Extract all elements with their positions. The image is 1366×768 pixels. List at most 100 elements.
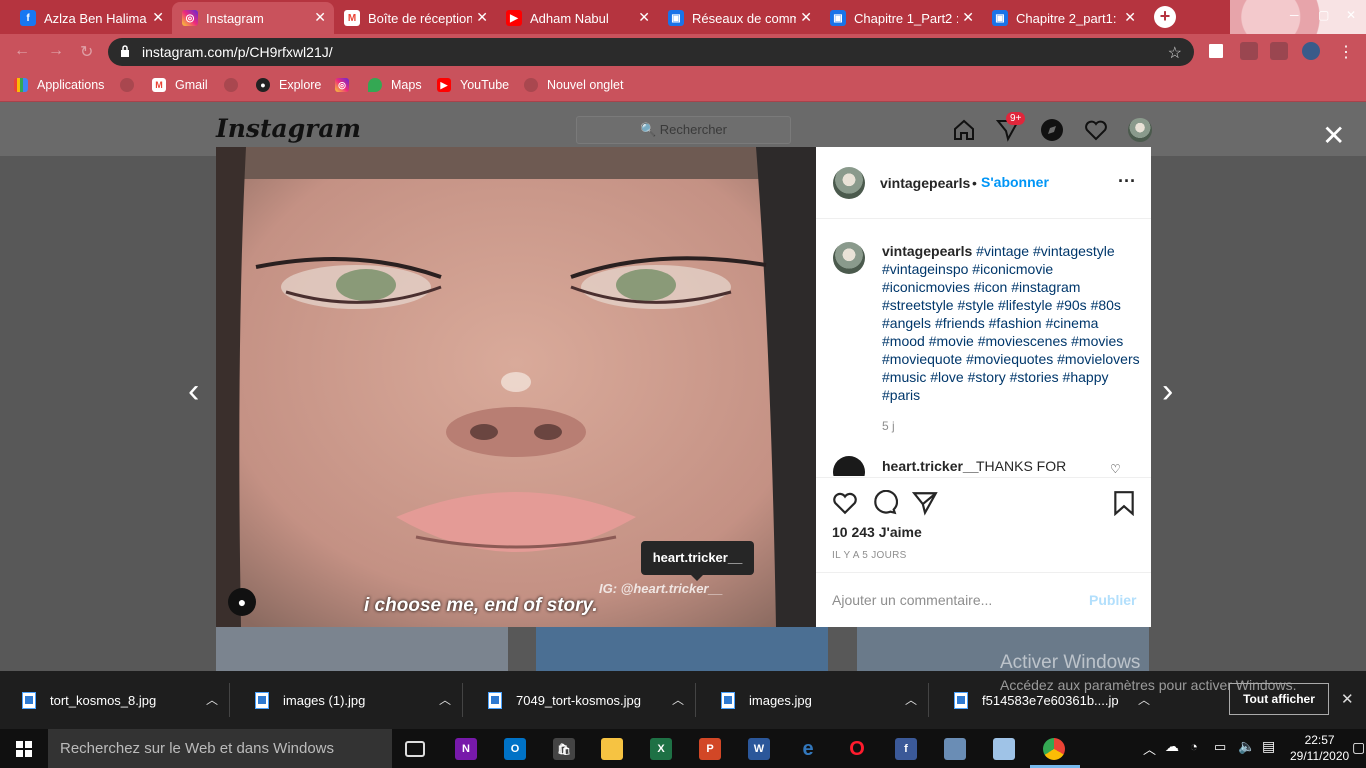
follow-button[interactable]: S'abonner <box>981 174 1049 190</box>
hashtag-link[interactable]: #moviescenes <box>978 333 1068 349</box>
windows-start-icon[interactable] <box>16 741 32 757</box>
more-options-icon[interactable]: ··· <box>1118 171 1136 192</box>
download-item[interactable]: images (1).jpg ︿ <box>255 671 463 729</box>
hashtag-link[interactable]: #90s <box>1056 297 1086 313</box>
hashtag-link[interactable]: #vintageinspo <box>882 261 968 277</box>
close-modal-icon[interactable]: ✕ <box>1322 122 1345 150</box>
extension-icon[interactable] <box>1207 42 1225 60</box>
excel-icon[interactable]: X <box>650 738 672 760</box>
tab-classroom-3[interactable]: ▣ Chapitre 2_part1: C ✕ <box>982 2 1144 34</box>
chevron-up-icon[interactable]: ︿ <box>1143 739 1156 758</box>
download-item[interactable]: images.jpg ︿ <box>721 671 929 729</box>
close-tab-icon[interactable]: ✕ <box>962 9 974 26</box>
bookmark-youtube[interactable]: ▶ YouTube <box>437 78 509 92</box>
caption-avatar[interactable] <box>833 242 865 274</box>
close-tab-icon[interactable]: ✕ <box>152 9 164 26</box>
battery-icon[interactable]: ▭ <box>1214 739 1226 755</box>
new-tab-button[interactable]: + <box>1154 6 1176 28</box>
likes-count[interactable]: 10 243 J'aime <box>832 524 922 540</box>
hashtag-link[interactable]: #movielovers <box>1057 351 1139 367</box>
close-tab-icon[interactable]: ✕ <box>476 9 488 26</box>
hashtag-link[interactable]: #stories <box>1010 369 1059 385</box>
comment-avatar[interactable] <box>833 456 865 476</box>
hashtag-link[interactable]: #vintage <box>976 243 1029 259</box>
bookmark-instagram[interactable]: ◎ <box>335 78 358 92</box>
hashtag-link[interactable]: #fashion <box>989 315 1042 331</box>
onenote-icon[interactable]: N <box>455 738 477 760</box>
forward-icon[interactable]: → <box>48 42 64 60</box>
previous-post-arrow-icon[interactable]: ‹ <box>188 372 199 411</box>
word-icon[interactable]: W <box>748 738 770 760</box>
hashtag-link[interactable]: #80s <box>1091 297 1121 313</box>
share-plane-icon[interactable] <box>912 490 938 516</box>
activity-heart-icon[interactable] <box>1084 118 1108 142</box>
hashtag-link[interactable]: #music <box>882 369 926 385</box>
grid-thumbnail[interactable] <box>536 627 828 671</box>
wifi-icon[interactable]: ◔ <box>1190 739 1198 754</box>
explore-compass-icon[interactable] <box>1040 118 1064 142</box>
bookmark-blank[interactable] <box>224 78 247 92</box>
bookmark-applications[interactable]: Applications <box>14 78 104 92</box>
minimize-icon[interactable]: ─ <box>1290 8 1299 22</box>
system-clock[interactable]: 22:57 29/11/2020 <box>1290 732 1349 764</box>
opera-icon[interactable]: O <box>846 738 868 760</box>
hashtag-link[interactable]: #friends <box>935 315 985 331</box>
menu-kebab-icon[interactable]: ⋮ <box>1338 42 1354 62</box>
facebook-app-icon[interactable]: f <box>895 738 917 760</box>
tab-youtube[interactable]: ▶ Adham Nabul ✕ <box>496 2 658 34</box>
hashtag-link[interactable]: #moviequote <box>882 351 962 367</box>
tab-gmail[interactable]: M Boîte de réception ✕ <box>334 2 496 34</box>
hashtag-link[interactable]: #mood <box>882 333 925 349</box>
next-post-arrow-icon[interactable]: › <box>1162 372 1173 411</box>
bookmark-new-tab[interactable]: Nouvel onglet <box>524 78 623 92</box>
author-avatar[interactable] <box>833 167 865 199</box>
hashtag-link[interactable]: #lifestyle <box>998 297 1052 313</box>
edge-icon[interactable]: e <box>797 738 819 760</box>
input-method-icon[interactable]: ▤ <box>1262 738 1275 755</box>
bookmark-explore[interactable]: ● Explore <box>256 78 321 92</box>
hashtag-link[interactable]: #iconicmovies <box>882 279 970 295</box>
bookmark-maps[interactable]: Maps <box>368 78 422 92</box>
profile-avatar[interactable] <box>1302 42 1320 60</box>
powerpoint-icon[interactable]: P <box>699 738 721 760</box>
window-close-icon[interactable]: ✕ <box>1346 8 1356 22</box>
maximize-icon[interactable]: ▢ <box>1318 8 1329 22</box>
tab-classroom-1[interactable]: ▣ Réseaux de comm ✕ <box>658 2 820 34</box>
hashtag-link[interactable]: #streetstyle <box>882 297 954 313</box>
hashtag-link[interactable]: #iconicmovie <box>972 261 1053 277</box>
publish-button[interactable]: Publier <box>1089 592 1136 608</box>
hashtag-link[interactable]: #happy <box>1063 369 1109 385</box>
task-view-icon[interactable] <box>405 741 425 757</box>
tab-classroom-2[interactable]: ▣ Chapitre 1_Part2 : ✕ <box>820 2 982 34</box>
notifications-icon[interactable]: ▢ <box>1352 739 1365 756</box>
hashtag-link[interactable]: #angels <box>882 315 931 331</box>
chrome-icon[interactable] <box>1043 738 1065 760</box>
extension-icon[interactable] <box>1270 42 1288 60</box>
close-tab-icon[interactable]: ✕ <box>800 9 812 26</box>
hashtag-link[interactable]: #love <box>930 369 963 385</box>
save-bookmark-icon[interactable] <box>1112 490 1136 516</box>
download-item[interactable]: tort_kosmos_8.jpg ︿ <box>22 671 230 729</box>
photos-icon[interactable] <box>993 738 1015 760</box>
back-icon[interactable]: ← <box>14 42 30 60</box>
tab-facebook[interactable]: f Azlza Ben Halima | ✕ <box>10 2 172 34</box>
outlook-icon[interactable]: O <box>504 738 526 760</box>
reload-icon[interactable]: ↻ <box>80 42 93 62</box>
extension-icon[interactable] <box>1240 42 1258 60</box>
hashtag-link[interactable]: #story <box>968 369 1006 385</box>
show-all-downloads-button[interactable]: Tout afficher <box>1229 683 1329 715</box>
author-username[interactable]: vintagepearls <box>880 175 970 191</box>
profile-avatar[interactable] <box>1128 118 1152 142</box>
chevron-up-icon[interactable]: ︿ <box>1138 691 1150 708</box>
caption-username[interactable]: vintagepearls <box>882 243 972 259</box>
bookmark-star-icon[interactable]: ☆ <box>1168 43 1182 63</box>
hashtag-link[interactable]: #style <box>957 297 994 313</box>
comment-bubble-icon[interactable] <box>872 490 898 516</box>
bookmark-blank[interactable] <box>120 78 143 92</box>
chevron-up-icon[interactable]: ︿ <box>672 691 684 708</box>
close-downloads-icon[interactable]: ✕ <box>1341 690 1354 708</box>
chevron-up-icon[interactable]: ︿ <box>439 691 451 708</box>
hashtag-link[interactable]: #vintagestyle <box>1033 243 1115 259</box>
instagram-logo[interactable]: Instagram <box>216 114 361 143</box>
tab-instagram[interactable]: ◎ Instagram ✕ <box>172 2 334 34</box>
